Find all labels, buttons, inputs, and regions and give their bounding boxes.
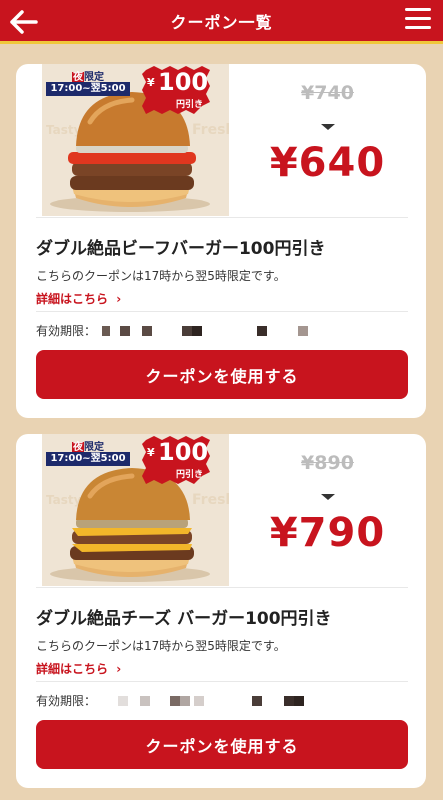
use-coupon-button[interactable]: クーポンを使用する (36, 350, 408, 399)
coupon-card: Fresh Tasty 夜限定 17:00~翌5:00 ¥ 100 円 (16, 434, 426, 788)
price-block: ¥890 ¥790 (229, 434, 426, 586)
arrow-down-icon (321, 494, 335, 500)
redacted-validity-date (102, 326, 322, 336)
svg-text:Fresh: Fresh (192, 122, 229, 138)
coupon-name: ダブル絶品ビーフバーガー100円引き (36, 239, 326, 259)
hours-badge: 17:00~翌5:00 (46, 452, 130, 466)
page-title: クーポン一覧 (170, 12, 273, 32)
arrow-left-icon (10, 10, 38, 34)
chevron-right-icon: › (116, 292, 122, 306)
night-limited-badge: 夜限定 17:00~翌5:00 (46, 68, 130, 98)
coupon-description: こちらのクーポンは17時から翌5時限定です。 (36, 639, 286, 653)
coupon-name: ダブル絶品チーズ バーガー100円引き (36, 609, 332, 629)
burger-photo: Fresh Tasty 夜限定 17:00~翌5:00 (42, 64, 229, 216)
hamburger-menu-button[interactable] (405, 8, 431, 34)
validity-row: 有効期限： (36, 322, 96, 339)
hours-badge: 17:00~翌5:00 (46, 82, 130, 96)
coupon-card: Fresh Tasty 夜限定 17:00~翌5:00 (16, 64, 426, 418)
validity-label: 有効期限： (36, 324, 97, 338)
svg-text:Fresh: Fresh (192, 492, 229, 508)
original-price: ¥890 (301, 452, 354, 474)
svg-text:Tasty: Tasty (46, 493, 82, 507)
night-limited-badge: 夜限定 17:00~翌5:00 (46, 438, 130, 468)
svg-text:Tasty: Tasty (46, 123, 82, 137)
app-header: クーポン一覧 (0, 0, 443, 44)
discount-badge: ¥ 100 円引き (140, 436, 212, 484)
divider (36, 311, 408, 312)
divider (36, 217, 408, 218)
details-link[interactable]: 詳細はこちら › (36, 290, 121, 307)
arrow-down-icon (321, 124, 335, 130)
hamburger-menu-icon (405, 8, 431, 11)
validity-row: 有効期限： (36, 692, 96, 709)
validity-label: 有効期限： (36, 694, 97, 708)
coupon-description: こちらのクーポンは17時から翌5時限定です。 (36, 269, 286, 283)
divider (36, 587, 408, 588)
discount-badge: ¥ 100 円引き (140, 66, 212, 114)
use-coupon-button[interactable]: クーポンを使用する (36, 720, 408, 769)
discounted-price: ¥790 (269, 510, 386, 556)
burger-photo: Fresh Tasty 夜限定 17:00~翌5:00 ¥ 100 円 (42, 434, 229, 586)
price-block: ¥740 ¥640 (229, 64, 426, 216)
original-price: ¥740 (301, 82, 354, 104)
redacted-validity-date (102, 696, 322, 706)
discounted-price: ¥640 (269, 140, 386, 186)
chevron-right-icon: › (116, 662, 122, 676)
details-link[interactable]: 詳細はこちら › (36, 660, 121, 677)
back-button[interactable] (8, 8, 42, 36)
divider (36, 681, 408, 682)
